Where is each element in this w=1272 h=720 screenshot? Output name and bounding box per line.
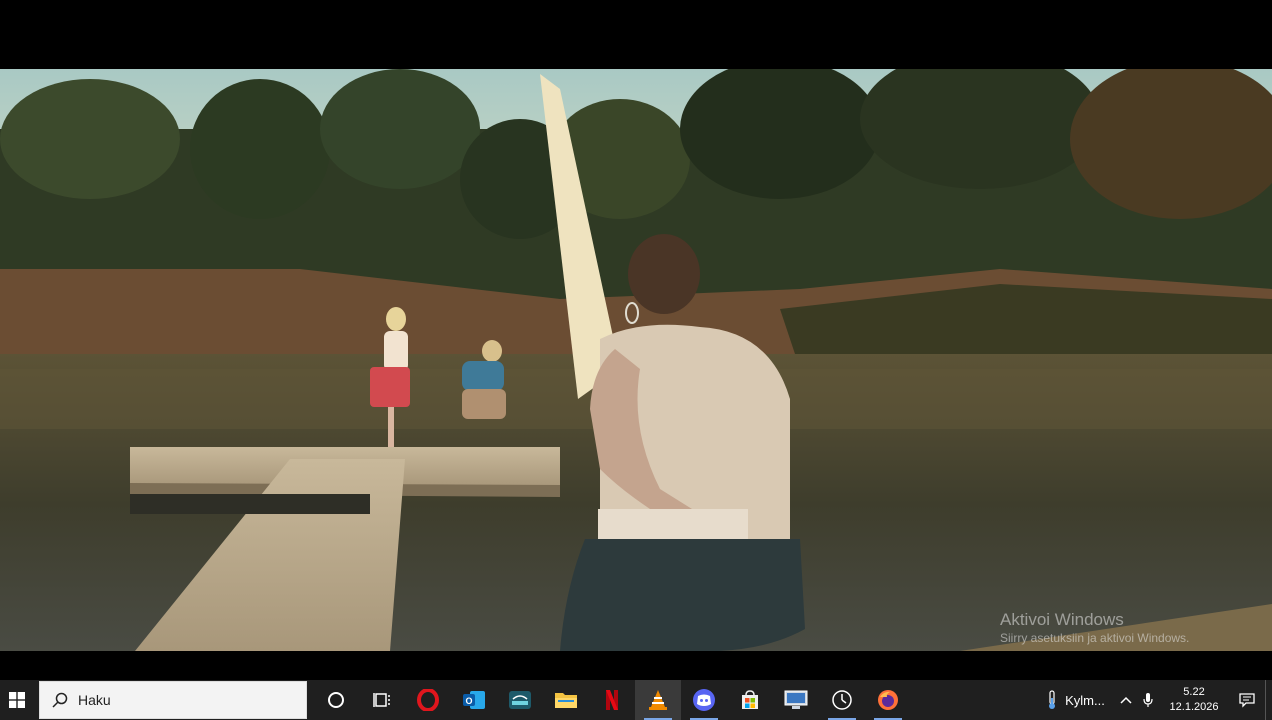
taskbar-app-netflix[interactable] [589, 680, 635, 720]
activate-windows-subtitle: Siirry asetuksiin ja aktivoi Windows. [1000, 631, 1190, 645]
taskbar-app-discord[interactable] [681, 680, 727, 720]
show-hidden-icons-button[interactable] [1115, 680, 1137, 720]
discord-icon [693, 689, 715, 711]
thermometer-icon [1049, 690, 1056, 709]
show-desktop-button[interactable] [1265, 680, 1272, 720]
video-scene-image [0, 69, 1272, 651]
start-button[interactable] [0, 680, 34, 720]
circle-icon [328, 692, 344, 708]
taskbar-app-vlc[interactable] [635, 680, 681, 720]
search-icon [52, 692, 68, 708]
microphone-icon [1143, 693, 1153, 707]
clock-date: 12.1.2026 [1169, 701, 1219, 713]
outlook-icon: O [463, 691, 485, 709]
taskbar-app-disney-plus[interactable] [497, 680, 543, 720]
monitor-icon [784, 690, 808, 709]
activate-windows-title: Aktivoi Windows [1000, 610, 1124, 629]
disney-plus-icon [509, 691, 531, 709]
task-view-icon [373, 693, 390, 707]
svg-text:O: O [465, 696, 472, 706]
store-icon [742, 690, 758, 709]
taskbar-app-remote-desktop[interactable] [773, 680, 819, 720]
taskbar: Haku O Kylm... 5.22 12.1.2026 [0, 680, 1272, 720]
firefox-icon [878, 690, 898, 710]
taskbar-search-box[interactable]: Haku [39, 681, 307, 719]
taskbar-app-clock[interactable] [819, 680, 865, 720]
windows-logo-icon [9, 692, 25, 708]
system-tray: Kylm... 5.22 12.1.2026 [1035, 680, 1272, 720]
search-placeholder: Haku [78, 692, 111, 708]
vlc-cone-icon [649, 690, 667, 710]
opera-icon [417, 689, 439, 711]
notification-icon [1239, 693, 1255, 708]
task-view-button[interactable] [359, 680, 405, 720]
weather-label: Kylm... [1065, 692, 1105, 708]
taskbar-app-file-explorer[interactable] [543, 680, 589, 720]
taskbar-app-outlook[interactable]: O [451, 680, 497, 720]
folder-icon [555, 693, 577, 708]
cortana-button[interactable] [313, 680, 359, 720]
video-frame[interactable]: Aktivoi Windows Siirry asetuksiin ja akt… [0, 69, 1272, 651]
taskbar-app-microsoft-store[interactable] [727, 680, 773, 720]
taskbar-app-opera[interactable] [405, 680, 451, 720]
weather-widget[interactable]: Kylm... [1035, 680, 1115, 720]
microphone-button[interactable] [1137, 680, 1159, 720]
chevron-up-icon [1120, 696, 1132, 704]
taskbar-app-firefox[interactable] [865, 680, 911, 720]
notifications-button[interactable] [1229, 680, 1265, 720]
clock-time: 5.22 [1183, 686, 1205, 698]
taskbar-clock[interactable]: 5.22 12.1.2026 [1159, 680, 1229, 720]
netflix-icon [606, 690, 618, 710]
clock-icon [832, 690, 852, 710]
